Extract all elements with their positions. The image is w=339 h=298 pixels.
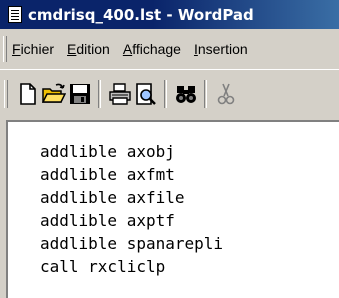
wordpad-window: cmdrisq_400.lst - WordPad Fichier Editio… bbox=[0, 0, 339, 298]
toolbar bbox=[0, 69, 339, 116]
menu-bar: Fichier Edition Affichage Insertion bbox=[0, 29, 339, 69]
document-line: addlible axptf bbox=[40, 211, 175, 230]
document-line: addlible spanarepli bbox=[40, 234, 224, 253]
print-icon[interactable] bbox=[108, 82, 132, 106]
document-frame: addlible axobj addlible axfmt addlible a… bbox=[0, 116, 339, 298]
document-line: addlible axfile bbox=[40, 188, 185, 207]
wordpad-document-icon[interactable] bbox=[8, 6, 22, 23]
menu-insertion[interactable]: Insertion bbox=[194, 41, 248, 57]
document-line: addlible axfmt bbox=[40, 165, 175, 184]
document-line: addlible axobj bbox=[40, 142, 175, 161]
open-folder-icon[interactable] bbox=[41, 82, 67, 106]
find-binoculars-icon[interactable] bbox=[174, 82, 198, 106]
title-bar[interactable]: cmdrisq_400.lst - WordPad bbox=[0, 0, 339, 29]
window-title: cmdrisq_400.lst - WordPad bbox=[28, 5, 254, 24]
new-document-icon[interactable] bbox=[16, 82, 40, 106]
menu-bar-grip[interactable] bbox=[3, 36, 7, 62]
document-text-area[interactable]: addlible axobj addlible axfmt addlible a… bbox=[6, 120, 339, 298]
cut-scissors-icon[interactable] bbox=[214, 82, 238, 106]
toolbar-separator bbox=[98, 80, 101, 108]
print-preview-icon[interactable] bbox=[134, 82, 158, 106]
menu-fichier[interactable]: Fichier bbox=[12, 41, 54, 57]
toolbar-separator bbox=[164, 80, 167, 108]
menu-affichage[interactable]: Affichage bbox=[123, 41, 181, 57]
toolbar-grip[interactable] bbox=[4, 80, 8, 108]
save-disk-icon[interactable] bbox=[68, 82, 92, 106]
menu-edition[interactable]: Edition bbox=[67, 41, 110, 57]
document-line: call rxcliclp bbox=[40, 257, 166, 276]
toolbar-separator bbox=[204, 80, 207, 108]
